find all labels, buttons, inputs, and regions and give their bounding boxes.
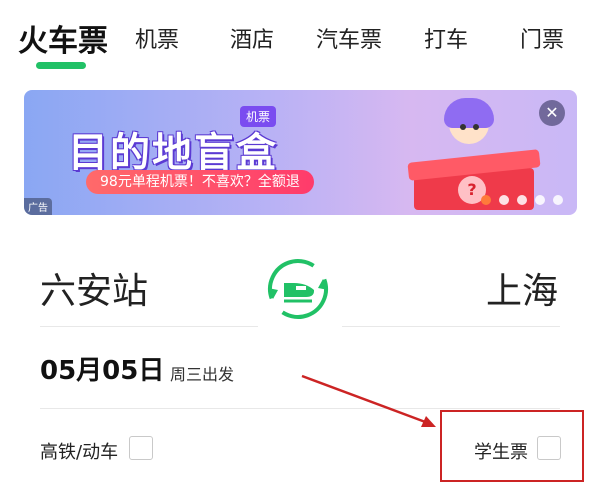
carousel-dot[interactable] [553, 195, 563, 205]
departure-weekday: 周三出发 [170, 365, 235, 384]
tab-flight[interactable]: 机票 [135, 22, 179, 54]
mascot-illustration [444, 98, 494, 148]
banner-subtitle: 98元单程机票！不喜欢？全额退 [86, 170, 314, 194]
carousel-dot[interactable] [499, 195, 509, 205]
category-tabs: 火车票 机票 酒店 汽车票 打车 门票 [0, 14, 600, 84]
carousel-dot[interactable] [517, 195, 527, 205]
high-speed-checkbox[interactable] [129, 436, 153, 460]
tab-train[interactable]: 火车票 [18, 16, 108, 60]
carousel-dot[interactable] [481, 195, 491, 205]
tab-hotel[interactable]: 酒店 [230, 22, 274, 54]
carousel-dot[interactable] [535, 195, 545, 205]
departure-date[interactable]: 05月05日 [40, 350, 164, 387]
divider [40, 408, 560, 409]
train-ticket-app: 火车票 机票 酒店 汽车票 打车 门票 机票 目的地盲盒 98元单程机票！不喜欢… [0, 0, 600, 501]
annotation-highlight-box [440, 410, 584, 482]
tab-bus[interactable]: 汽车票 [316, 22, 382, 54]
close-icon[interactable]: ✕ [539, 100, 565, 126]
divider [342, 326, 560, 327]
high-speed-label: 高铁/动车 [40, 442, 119, 463]
tab-tickets[interactable]: 门票 [520, 22, 564, 54]
active-tab-indicator [36, 62, 86, 69]
tab-taxi[interactable]: 打车 [424, 22, 468, 54]
divider [40, 326, 258, 327]
carousel-dots [481, 195, 563, 205]
departure-station[interactable]: 六安站 [40, 262, 148, 314]
ad-label: 广告 [24, 198, 52, 215]
promo-banner[interactable]: 机票 目的地盲盒 98元单程机票！不喜欢？全额退 ? ✕ 广告 [24, 90, 577, 215]
train-swap-icon[interactable] [266, 257, 330, 321]
arrival-station[interactable]: 上海 [486, 262, 558, 314]
